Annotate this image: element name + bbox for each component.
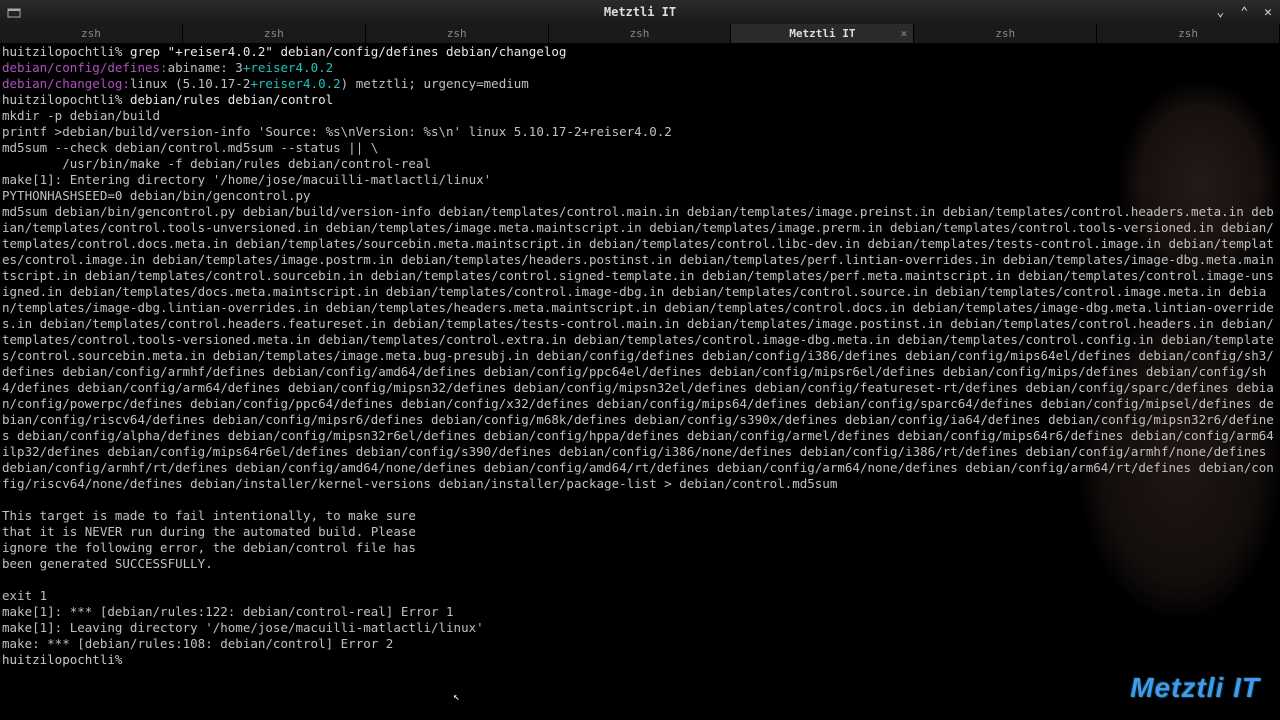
output-line: md5sum --check debian/control.md5sum --s… <box>2 140 378 155</box>
app-icon <box>6 4 22 20</box>
close-button[interactable]: ✕ <box>1260 5 1276 20</box>
minimize-button[interactable]: ⌄ <box>1213 5 1229 20</box>
window-title: Metztli IT <box>604 5 676 19</box>
window-titlebar: Metztli IT ⌄ ⌃ ✕ <box>0 0 1280 24</box>
output-line: PYTHONHASHSEED=0 debian/bin/gencontrol.p… <box>2 188 311 203</box>
shell-prompt: huitzilopochtli% <box>2 92 130 107</box>
tab-zsh-4[interactable]: zsh <box>549 24 732 43</box>
output-line: printf >debian/build/version-info 'Sourc… <box>2 124 672 139</box>
grep-match: +reiser4.0.2 <box>250 76 340 91</box>
shell-prompt: huitzilopochtli% <box>2 44 130 59</box>
grep-match: +reiser4.0.2 <box>243 60 333 75</box>
output-line: This target is made to fail intentionall… <box>2 508 416 523</box>
tab-metztli-it[interactable]: Metztli IT× <box>731 24 914 43</box>
error-line: make: *** [debian/rules:108: debian/cont… <box>2 636 393 651</box>
output-line: make[1]: Entering directory '/home/jose/… <box>2 172 491 187</box>
output-line: mkdir -p debian/build <box>2 108 160 123</box>
error-line: make[1]: *** [debian/rules:122: debian/c… <box>2 604 454 619</box>
output-line: /usr/bin/make -f debian/rules debian/con… <box>2 156 431 171</box>
grep-file: debian/changelog: <box>2 76 130 91</box>
tab-zsh-2[interactable]: zsh <box>183 24 366 43</box>
watermark-logo: Metztli IT <box>1130 672 1260 704</box>
tab-zsh-6[interactable]: zsh <box>914 24 1097 43</box>
shell-prompt: huitzilopochtli% <box>2 652 130 667</box>
output-block: md5sum debian/bin/gencontrol.py debian/b… <box>2 204 1274 491</box>
maximize-button[interactable]: ⌃ <box>1236 5 1252 20</box>
tab-zsh-3[interactable]: zsh <box>366 24 549 43</box>
command-text: debian/rules debian/control <box>130 92 333 107</box>
tab-zsh-7[interactable]: zsh <box>1097 24 1280 43</box>
output-line: been generated SUCCESSFULLY. <box>2 556 213 571</box>
terminal-output[interactable]: huitzilopochtli% grep "+reiser4.0.2" deb… <box>0 44 1280 720</box>
output-line: make[1]: Leaving directory '/home/jose/m… <box>2 620 484 635</box>
tab-close-icon[interactable]: × <box>901 27 908 40</box>
command-text: grep "+reiser4.0.2" debian/config/define… <box>130 44 567 59</box>
tab-bar: zsh zsh zsh zsh Metztli IT× zsh zsh <box>0 24 1280 44</box>
output-line: that it is NEVER run during the automate… <box>2 524 416 539</box>
tab-zsh-1[interactable]: zsh <box>0 24 183 43</box>
output-line: ignore the following error, the debian/c… <box>2 540 416 555</box>
grep-file: debian/config/defines: <box>2 60 168 75</box>
output-line: exit 1 <box>2 588 47 603</box>
